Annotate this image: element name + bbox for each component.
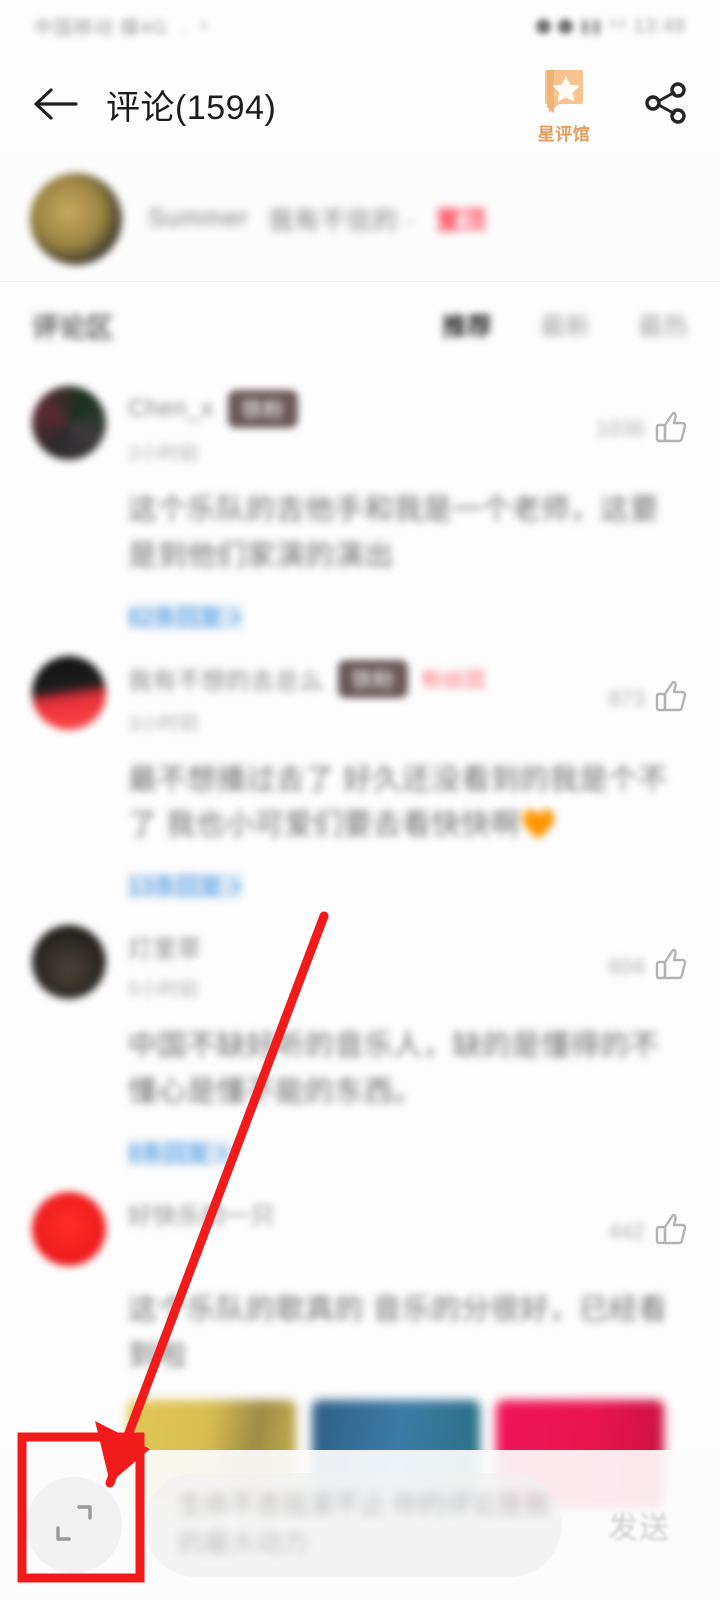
- comment-user-name[interactable]: Chen_x: [128, 395, 214, 423]
- comment-header: 好快乐的一只 442: [0, 1191, 720, 1266]
- view-replies-link[interactable]: 62条回复 >: [128, 603, 243, 630]
- view-replies-link[interactable]: 8条回复 >: [128, 1139, 230, 1166]
- placeholder-line-2: 的最大动力: [178, 1528, 309, 1558]
- view-replies-link[interactable]: 13条回复 >: [128, 873, 243, 900]
- comment-timestamp: 3小时前: [128, 712, 200, 735]
- tab-recommended[interactable]: 推荐: [442, 307, 492, 343]
- like-count: 442: [608, 1218, 645, 1244]
- comment-list: Chen_x 铁粉 2小时前 1036 这个乐队的吉他手和我是一个老师，这要是到…: [0, 368, 720, 1520]
- comment-name-row: 灯里草: [128, 929, 608, 964]
- thumbs-up-icon: [654, 947, 688, 986]
- comment-text: 最不想播过去了 好久还没看到的我是个不了 我也小可爱们要去看快快啊🧡: [0, 736, 720, 850]
- banner-note: 我有不信的 ·: [268, 206, 416, 235]
- thumbs-up-icon: [654, 410, 688, 449]
- comment-replies: 62条回复 >: [0, 580, 720, 632]
- wifi-icon: [557, 18, 573, 34]
- user-badge: 铁粉: [227, 390, 298, 428]
- like-button[interactable]: 873: [608, 656, 688, 736]
- filter-bar: 评论区 推荐 最新 最热: [0, 282, 720, 368]
- signal-icon: [535, 18, 551, 34]
- like-count: 873: [608, 685, 645, 711]
- page-title: 评论(1594): [106, 88, 277, 127]
- avatar[interactable]: [32, 1191, 106, 1266]
- expand-editor-button[interactable]: [26, 1477, 122, 1573]
- input-placeholder: 生命不息摇滚不止 你的评论是我 的最大动力: [178, 1487, 549, 1562]
- comment-text: 中国不缺好听的音乐人，缺的是懂得的不懂心是懂不能的东西。: [128, 1030, 660, 1109]
- avatar: [30, 172, 122, 265]
- back-button[interactable]: [26, 75, 84, 133]
- comment-item[interactable]: 灯里草 5小时前 604 中国不缺好听的音乐人，缺的是懂得的不懂心是懂不能的东西…: [0, 907, 720, 1174]
- comment-text-content: 最不想播过去了 好久还没看到的我是个不了 我也小可爱们要去看快快啊: [128, 763, 668, 842]
- comment-header: 我有不想的去总么 铁粉 粉丝团 3小时前 873: [0, 655, 720, 736]
- comment-emoji: 🧡: [520, 809, 557, 842]
- carrier-status-text: 中国移动 蝶4G ﹒ ⁵: [34, 17, 210, 39]
- phone-screen: 中国移动 蝶4G ﹒ ⁵ ▮▮ ⁵⁹ 13:48 评论(1594) 星评馆 Su…: [0, 0, 720, 1600]
- avatar[interactable]: [32, 655, 106, 730]
- share-button[interactable]: [636, 75, 694, 133]
- comment-name-row: 我有不想的去总么 铁粉 粉丝团: [128, 659, 608, 698]
- comment-item[interactable]: 我有不想的去总么 铁粉 粉丝团 3小时前 873 最不想播过去了 好久还没看到的…: [0, 638, 720, 908]
- comment-name-row: Chen_x 铁粉: [128, 390, 596, 428]
- comment-meta: 好快乐的一只: [128, 1192, 608, 1266]
- comment-meta: Chen_x 铁粉 2小时前: [128, 386, 596, 466]
- star-book-icon: [537, 64, 591, 118]
- like-count: 1036: [596, 416, 645, 441]
- star-hall-button[interactable]: 星评馆: [518, 64, 610, 145]
- comment-user-name[interactable]: 我有不想的去总么: [128, 661, 324, 696]
- comment-name-row: 好快乐的一只: [128, 1196, 608, 1231]
- banner-user-name: Summer: [148, 204, 249, 232]
- comment-header: Chen_x 铁粉 2小时前 1036: [0, 386, 720, 466]
- banner-text: Summer 我有不信的 · 置顶: [148, 201, 486, 237]
- thumbs-up-icon: [654, 679, 688, 718]
- comment-input-bar: 生命不息摇滚不止 你的评论是我 的最大动力 发送: [0, 1450, 720, 1600]
- tab-newest[interactable]: 最新: [540, 307, 590, 343]
- banner-tag: 置顶: [435, 206, 486, 235]
- comment-item[interactable]: Chen_x 铁粉 2小时前 1036 这个乐队的吉他手和我是一个老师，这要是到…: [0, 368, 720, 638]
- comment-header: 灯里草 5小时前 604: [0, 925, 720, 1002]
- filter-tabs: 推荐 最新 最热: [442, 307, 688, 343]
- status-bar: 中国移动 蝶4G ﹒ ⁵ ▮▮ ⁵⁹ 13:48: [0, 0, 720, 52]
- user-badge: 铁粉: [338, 659, 408, 698]
- back-arrow-icon: [32, 86, 78, 122]
- comment-text: 这个乐队的歌真的 音乐的分很好，已经看到啦: [128, 1293, 668, 1372]
- pinned-user-banner[interactable]: Summer 我有不信的 · 置顶: [0, 156, 720, 282]
- section-title: 评论区: [32, 312, 113, 343]
- comment-input-field[interactable]: 生命不息摇滚不止 你的评论是我 的最大动力: [144, 1473, 562, 1577]
- app-bar: 评论(1594) 星评馆: [0, 52, 720, 156]
- comment-user-name[interactable]: 灯里草: [128, 929, 202, 964]
- comment-replies: 8条回复 >: [0, 1116, 720, 1168]
- status-bar-right: ▮▮ ⁵⁹ 13:48: [535, 15, 686, 38]
- avatar[interactable]: [32, 386, 106, 460]
- thumbs-up-icon: [654, 1212, 688, 1251]
- like-count: 604: [608, 953, 645, 979]
- expand-fullscreen-icon: [52, 1501, 96, 1550]
- placeholder-line-1: 生命不息摇滚不止 你的评论是我: [178, 1490, 550, 1521]
- like-button[interactable]: 604: [608, 925, 688, 1002]
- avatar[interactable]: [32, 925, 106, 1000]
- comment-timestamp: 2小时前: [128, 443, 200, 465]
- star-hall-label: 星评馆: [537, 124, 591, 144]
- share-icon: [641, 78, 689, 131]
- like-button[interactable]: 442: [608, 1192, 688, 1266]
- app-bar-actions: 星评馆: [518, 64, 694, 145]
- comment-meta: 灯里草 5小时前: [128, 925, 608, 1002]
- status-bar-left: 中国移动 蝶4G ﹒ ⁵: [34, 13, 209, 40]
- send-button[interactable]: 发送: [584, 1503, 694, 1547]
- comment-timestamp: 5小时前: [128, 979, 200, 1002]
- like-button[interactable]: 1036: [596, 386, 688, 466]
- comment-meta: 我有不想的去总么 铁粉 粉丝团 3小时前: [128, 656, 608, 736]
- comment-text: 这个乐队的吉他手和我是一个老师，这要是到他们家演的演出: [128, 494, 660, 572]
- comment-user-name[interactable]: 好快乐的一只: [128, 1196, 275, 1231]
- comment-replies: 13条回复 >: [0, 849, 720, 901]
- user-tag: 粉丝团: [422, 668, 485, 692]
- tab-hottest[interactable]: 最热: [638, 307, 688, 343]
- battery-time-text: ▮▮ ⁵⁹ 13:48: [579, 15, 686, 37]
